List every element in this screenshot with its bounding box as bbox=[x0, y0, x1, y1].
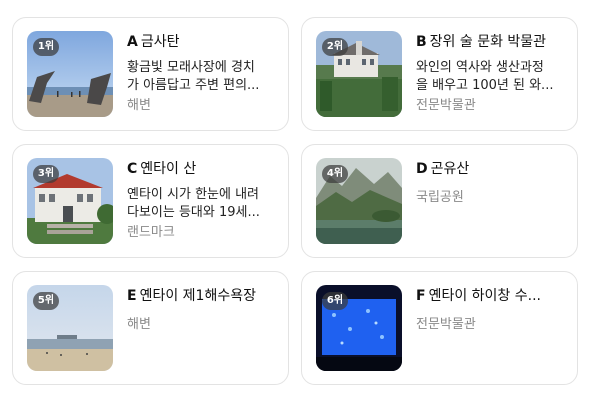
rank-badge: 5위 bbox=[33, 292, 59, 310]
place-card-3[interactable]: 3위 C 옌타이 산 옌타이 시가 한눈에 내려 다보이는 등대와 19세... … bbox=[12, 144, 289, 258]
place-category: 국립공원 bbox=[416, 190, 464, 205]
place-category: 해변 bbox=[127, 317, 151, 332]
place-name: 곤유산 bbox=[430, 161, 470, 177]
place-letter: F bbox=[416, 288, 426, 304]
place-thumbnail-3[interactable]: 3위 bbox=[27, 158, 113, 244]
description-line-1: 와인의 역사와 생산과정 bbox=[416, 60, 544, 75]
place-category: 해변 bbox=[127, 98, 151, 113]
place-letter: A bbox=[127, 34, 138, 50]
place-title[interactable]: F 옌타이 하이창 수... bbox=[416, 286, 568, 306]
place-category: 랜드마크 bbox=[127, 225, 175, 240]
place-letter: B bbox=[416, 34, 427, 50]
description-line-1: 옌타이 시가 한눈에 내려 bbox=[127, 187, 259, 202]
place-name: 옌타이 제1해수욕장 bbox=[139, 288, 256, 304]
place-title[interactable]: C 옌타이 산 bbox=[127, 159, 279, 179]
place-name: 장위 술 문화 박물관 bbox=[429, 34, 547, 50]
description-line-2: 다보이는 등대와 19세... bbox=[127, 205, 260, 220]
description-line-2: 가 아름답고 주변 편의... bbox=[127, 78, 260, 93]
place-title[interactable]: E 옌타이 제1해수욕장 bbox=[127, 286, 279, 306]
place-card-4[interactable]: 4위 D 곤유산 국립공원 bbox=[301, 144, 578, 258]
place-card-2[interactable]: 2위 B 장위 술 문화 박물관 와인의 역사와 생산과정 을 배우고 100년 … bbox=[301, 17, 578, 131]
place-name: 옌타이 하이창 수... bbox=[428, 288, 541, 304]
place-title[interactable]: B 장위 술 문화 박물관 bbox=[416, 32, 568, 52]
rank-badge: 1위 bbox=[33, 38, 59, 56]
place-category: 전문박물관 bbox=[416, 98, 476, 113]
place-description: 황금빛 모래사장에 경치 가 아름답고 주변 편의... bbox=[127, 59, 279, 95]
place-letter: C bbox=[127, 161, 138, 177]
place-letter: E bbox=[127, 288, 137, 304]
place-thumbnail-4[interactable]: 4위 bbox=[316, 158, 402, 244]
place-thumbnail-6[interactable]: 6위 bbox=[316, 285, 402, 371]
place-title[interactable]: A 금사탄 bbox=[127, 32, 279, 52]
rank-badge: 4위 bbox=[322, 165, 348, 183]
place-thumbnail-5[interactable]: 5위 bbox=[27, 285, 113, 371]
place-card-1[interactable]: 1위 A 금사탄 황금빛 모래사장에 경치 가 아름답고 주변 편의... 해변 bbox=[12, 17, 289, 131]
description-line-2: 을 배우고 100년 된 와... bbox=[416, 78, 554, 93]
place-title[interactable]: D 곤유산 bbox=[416, 159, 568, 179]
place-letter: D bbox=[416, 161, 428, 177]
place-ranking-grid: 1위 A금사탄 황금빛 모래사장에 경치 가 아름답고 주변 편의... 해변 bbox=[12, 17, 580, 387]
place-category: 전문박물관 bbox=[416, 317, 476, 332]
place-thumbnail-1[interactable]: 1위 bbox=[27, 31, 113, 117]
place-card-5[interactable]: 5위 E 옌타이 제1해수욕장 해변 bbox=[12, 271, 289, 385]
place-description: 옌타이 시가 한눈에 내려 다보이는 등대와 19세... bbox=[127, 186, 279, 222]
rank-badge: 3위 bbox=[33, 165, 59, 183]
description-line-1: 황금빛 모래사장에 경치 bbox=[127, 60, 255, 75]
place-card-6[interactable]: 6위 F 옌타이 하이창 수... 전문박물관 bbox=[301, 271, 578, 385]
place-thumbnail-2[interactable]: 2위 bbox=[316, 31, 402, 117]
place-description: 와인의 역사와 생산과정 을 배우고 100년 된 와... bbox=[416, 59, 568, 95]
place-name: 옌타이 산 bbox=[140, 161, 197, 177]
rank-badge: 2위 bbox=[322, 38, 348, 56]
rank-badge: 6위 bbox=[322, 292, 348, 310]
place-name: 금사탄 bbox=[140, 34, 180, 50]
